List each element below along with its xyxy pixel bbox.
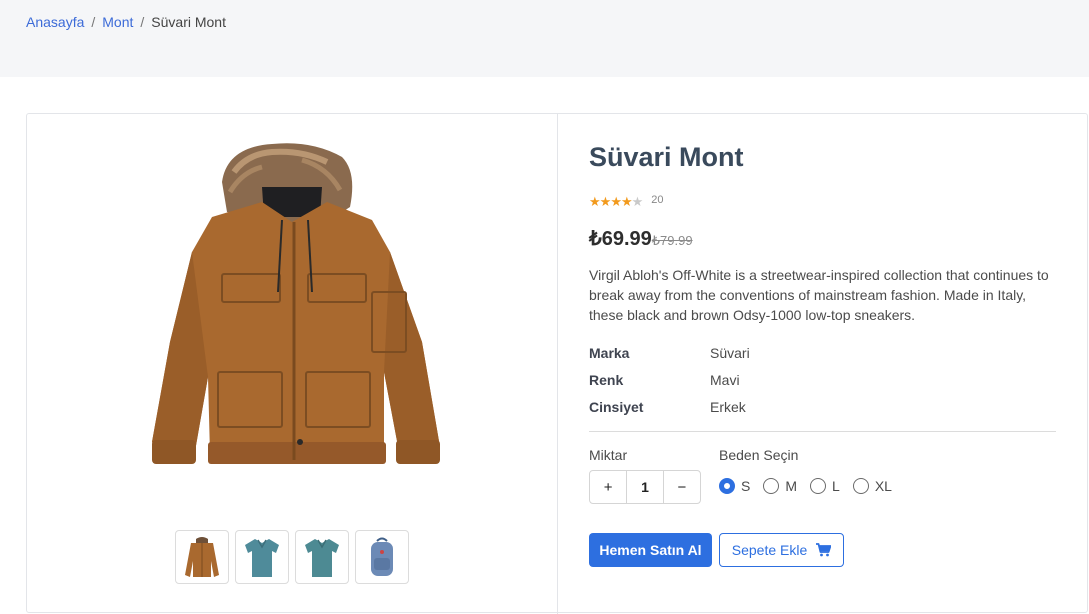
star-half-icon: ★ xyxy=(631,194,644,209)
product-main-image[interactable] xyxy=(122,142,462,492)
size-option-label: L xyxy=(832,478,840,494)
product-description: Virgil Abloh's Off-White is a streetwear… xyxy=(589,267,1049,323)
star-icon: ★ xyxy=(599,194,612,209)
size-option-m[interactable]: M xyxy=(763,478,797,494)
spec-row: Renk Mavi xyxy=(589,366,750,393)
size-option-l[interactable]: L xyxy=(810,478,840,494)
size-option-label: M xyxy=(785,478,798,494)
radio-icon[interactable] xyxy=(852,478,869,494)
radio-icon[interactable] xyxy=(763,478,780,494)
thumbnail-shirt-1[interactable] xyxy=(235,530,289,584)
size-option-xl[interactable]: XL xyxy=(852,478,892,494)
spec-key: Marka xyxy=(589,344,630,361)
product-title: Süvari Mont xyxy=(589,142,744,172)
rating-stars: ★★★★★ xyxy=(589,194,644,210)
size-selector: S M L XL xyxy=(719,478,905,494)
quantity-increase-button[interactable]: + xyxy=(590,471,626,503)
star-icon: ★ xyxy=(620,194,633,209)
product-card: Süvari Mont ★★★★★ 20 ₺69.99 ₺79.99 Virgi… xyxy=(26,113,1088,614)
thumbnail-jacket[interactable] xyxy=(175,530,229,584)
shirt-icon xyxy=(305,539,339,577)
add-to-cart-label: Sepete Ekle xyxy=(731,542,808,558)
size-option-s[interactable]: S xyxy=(719,478,750,494)
quantity-stepper: + 1 − xyxy=(589,470,701,504)
spec-value: Süvari xyxy=(710,344,750,361)
breadcrumb-current: Süvari Mont xyxy=(151,14,226,30)
spec-key: Renk xyxy=(589,371,624,388)
current-price: ₺69.99 xyxy=(589,228,652,250)
divider xyxy=(589,431,1056,432)
thumbnail-strip xyxy=(175,530,409,584)
product-gallery xyxy=(27,114,558,614)
shirt-icon xyxy=(245,539,279,577)
spec-value: Mavi xyxy=(710,371,740,388)
rating-count: 20 xyxy=(651,194,664,206)
thumbnail-backpack[interactable] xyxy=(355,530,409,584)
spec-value: Erkek xyxy=(710,398,746,415)
add-to-cart-button[interactable]: Sepete Ekle xyxy=(719,533,844,567)
breadcrumb: Anasayfa / Mont / Süvari Mont xyxy=(26,14,226,30)
jacket-icon xyxy=(185,537,219,577)
breadcrumb-separator: / xyxy=(140,14,145,30)
price-row: ₺69.99 ₺79.99 xyxy=(589,226,693,251)
spec-row: Cinsiyet Erkek xyxy=(589,393,750,420)
breadcrumb-home-link[interactable]: Anasayfa xyxy=(26,14,84,30)
breadcrumb-bar: Anasayfa / Mont / Süvari Mont xyxy=(0,0,1089,77)
radio-checked-icon[interactable] xyxy=(719,478,735,494)
quantity-decrease-button[interactable]: − xyxy=(664,471,700,503)
cart-icon xyxy=(816,543,832,557)
thumbnail-shirt-2[interactable] xyxy=(295,530,349,584)
backpack-icon xyxy=(371,537,393,576)
size-label: Beden Seçin xyxy=(719,447,799,463)
buy-now-button[interactable]: Hemen Satın Al xyxy=(589,533,712,567)
star-icon: ★ xyxy=(589,194,601,209)
spec-key: Cinsiyet xyxy=(589,398,644,415)
quantity-label: Miktar xyxy=(589,447,628,463)
size-option-label: XL xyxy=(874,478,892,494)
spec-row: Marka Süvari xyxy=(589,339,750,366)
radio-icon[interactable] xyxy=(810,478,827,494)
old-price: ₺79.99 xyxy=(651,233,693,248)
size-option-label: S xyxy=(741,478,751,494)
product-rating: ★★★★★ 20 xyxy=(589,194,664,210)
star-icon: ★ xyxy=(610,194,622,209)
breadcrumb-category-link[interactable]: Mont xyxy=(102,14,133,30)
quantity-value[interactable]: 1 xyxy=(626,471,664,503)
breadcrumb-separator: / xyxy=(91,14,96,30)
product-specs: Marka Süvari Renk Mavi Cinsiyet Erkek xyxy=(589,339,750,420)
